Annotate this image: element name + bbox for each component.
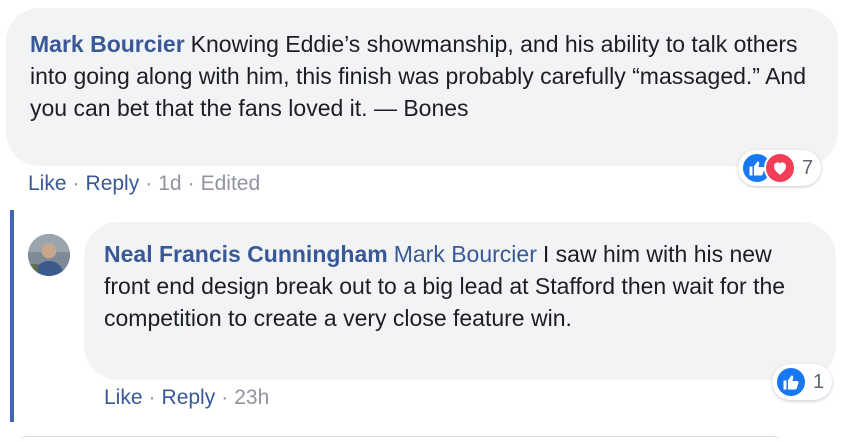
reply-link[interactable]: Reply [162,386,216,409]
comment-thread: Mark Bourcier Knowing Eddie’s showmanship… [0,0,864,442]
like-link[interactable]: Like [28,172,67,195]
reply-actions: Like · Reply · 23h [104,386,269,410]
comment-actions: Like · Reply · 1d · Edited [28,172,260,196]
comment-bubble: Mark Bourcier Knowing Eddie’s showmanship… [6,8,838,166]
reply-author-link[interactable]: Neal Francis Cunningham [104,241,388,267]
like-link[interactable]: Like [104,386,143,409]
reaction-summary[interactable]: 1 [772,364,833,400]
separator-dot: · [145,172,153,195]
comment-timestamp[interactable]: 1d [158,172,181,195]
love-icon [764,152,796,184]
edited-label[interactable]: Edited [201,172,261,195]
separator-dot: · [148,386,156,409]
separator-dot: · [221,386,229,409]
avatar[interactable] [28,234,70,276]
comment-author-link[interactable]: Mark Bourcier [30,31,185,57]
reply-bubble: Neal Francis Cunningham Mark Bourcier I sa… [84,222,836,380]
separator-dot: · [72,172,80,195]
reply-link[interactable]: Reply [86,172,140,195]
separator-dot: · [187,172,195,195]
like-icon [775,366,807,398]
reply-thread-line [10,210,14,422]
reaction-count: 7 [802,156,814,179]
reaction-summary[interactable]: 7 [738,150,822,186]
mention-link[interactable]: Mark Bourcier [394,241,537,267]
reply-timestamp[interactable]: 23h [234,386,269,409]
reaction-count: 1 [813,370,825,393]
next-comment-edge [20,436,780,442]
